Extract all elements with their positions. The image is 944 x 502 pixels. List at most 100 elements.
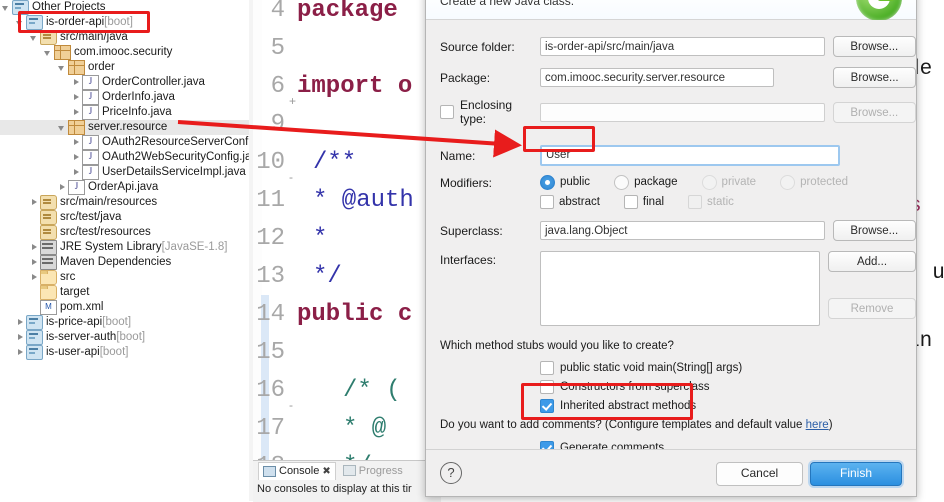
chevron-down-icon[interactable] — [58, 63, 67, 72]
line-number: 12 — [256, 225, 285, 252]
chevron-right-icon[interactable] — [16, 333, 25, 342]
configure-templates-link[interactable]: here — [806, 419, 829, 431]
tree-item-label: PriceInfo.java — [102, 106, 172, 118]
checkbox-icon[interactable] — [623, 195, 638, 209]
tree-item-orderinfo-java[interactable]: OrderInfo.java — [0, 90, 253, 105]
fold-marker-icon[interactable]: - — [289, 386, 293, 424]
cancel-button[interactable]: Cancel — [716, 462, 803, 486]
java-code-editor[interactable]: 4 package 5 6 + import o 9 10-/** 11 * @auth 12 * 13… — [253, 0, 441, 460]
tab-console[interactable]: Console ✖ — [258, 461, 336, 480]
java-file-icon — [82, 105, 99, 120]
interfaces-list[interactable] — [540, 251, 820, 326]
close-icon[interactable]: ✖ — [322, 466, 330, 477]
chevron-down-icon[interactable] — [30, 33, 39, 42]
chevron-right-icon[interactable] — [72, 153, 81, 162]
chevron-right-icon[interactable] — [30, 258, 39, 267]
tree-item-label: is-order-api — [46, 16, 105, 28]
tree-item-other-projects[interactable]: Other Projects — [0, 0, 253, 15]
tree-item-src-test-java[interactable]: src/test/java — [0, 210, 253, 225]
checkbox-icon[interactable] — [540, 360, 554, 375]
tree-item-com-imooc-security[interactable]: com.imooc.security — [0, 45, 253, 60]
tree-item-src-main-resources[interactable]: src/main/resources — [0, 195, 253, 210]
modifier-option-abstract[interactable]: abstract — [540, 195, 600, 209]
package-input[interactable]: com.imooc.security.server.resource — [540, 68, 775, 87]
chevron-right-icon[interactable] — [16, 318, 25, 327]
fold-marker-icon[interactable]: - — [289, 158, 293, 196]
tree-item-priceinfo-java[interactable]: PriceInfo.java — [0, 105, 253, 120]
tree-item-order[interactable]: order — [0, 60, 253, 75]
line-number: 5 — [270, 35, 285, 62]
new-java-class-dialog[interactable]: Create a new Java class. Source folder: … — [425, 0, 917, 497]
chevron-right-icon[interactable] — [72, 138, 81, 147]
tab-console-label: Console — [279, 465, 320, 477]
chevron-down-icon[interactable] — [44, 48, 53, 57]
console-view[interactable]: Console ✖ Progress No consoles to displa… — [253, 460, 441, 502]
radio-icon[interactable] — [614, 174, 630, 190]
modifier-option-final[interactable]: final — [623, 195, 664, 209]
checkbox-icon[interactable] — [540, 398, 554, 413]
tree-item-is-price-api[interactable]: is-price-api [boot] — [0, 315, 253, 330]
tree-item-label: OrderInfo.java — [102, 91, 175, 103]
chevron-right-icon[interactable] — [16, 348, 25, 357]
tab-progress[interactable]: Progress — [341, 464, 405, 478]
chevron-right-icon[interactable] — [58, 183, 67, 192]
checkbox-icon[interactable] — [540, 379, 554, 394]
code-text: /* ( — [343, 377, 401, 404]
tree-item-pom-xml[interactable]: pom.xml — [0, 300, 253, 315]
modifier-option-package[interactable]: package — [614, 174, 678, 190]
name-row: Name: User — [426, 145, 916, 166]
chevron-down-icon[interactable] — [58, 123, 67, 132]
tree-item-maven-dependencies[interactable]: Maven Dependencies — [0, 255, 253, 270]
tree-item-is-server-auth[interactable]: is-server-auth [boot] — [0, 330, 253, 345]
chevron-right-icon[interactable] — [72, 93, 81, 102]
checkbox-icon[interactable] — [540, 195, 554, 209]
source-folder-label: Source folder: — [440, 39, 515, 54]
tree-item-jre-system-library[interactable]: JRE System Library [JavaSE-1.8] — [0, 240, 253, 255]
modifier-option-public[interactable]: public — [540, 174, 590, 190]
source-folder-input[interactable]: is-order-api/src/main/java — [540, 37, 825, 56]
tree-item-is-user-api[interactable]: is-user-api [boot] — [0, 345, 253, 360]
chevron-down-icon[interactable] — [16, 18, 25, 27]
method-stub-row: Constructors from superclass — [426, 377, 916, 396]
tree-item-src-main-java[interactable]: src/main/java — [0, 30, 253, 45]
finish-button[interactable]: Finish — [810, 462, 902, 486]
tree-item-src-test-resources[interactable]: src/test/resources — [0, 225, 253, 240]
tree-item-label: server.resource — [88, 121, 168, 133]
superclass-input[interactable]: java.lang.Object — [540, 221, 825, 240]
tree-item-label: com.imooc.security — [74, 46, 173, 58]
chevron-right-icon[interactable] — [30, 273, 39, 282]
tree-item-suffix: [boot] — [102, 316, 132, 328]
tree-item-target[interactable]: target — [0, 285, 253, 300]
chevron-right-icon[interactable] — [72, 108, 81, 117]
tree-item-src[interactable]: src — [0, 270, 253, 285]
chevron-right-icon[interactable] — [30, 243, 39, 252]
tree-item-label: target — [60, 286, 90, 298]
radio-icon[interactable] — [540, 174, 555, 190]
class-name-input[interactable]: User — [540, 145, 840, 166]
package-browse-button[interactable]: Browse... — [833, 67, 916, 88]
enclosing-type-input[interactable] — [540, 102, 825, 122]
tree-item-server-resource[interactable]: server.resource — [0, 120, 253, 135]
library-icon — [40, 240, 57, 255]
tree-item-oauth2resourceserverconfi[interactable]: OAuth2ResourceServerConfi — [0, 135, 253, 150]
chevron-right-icon[interactable] — [72, 78, 81, 87]
interfaces-add-button[interactable]: Add... — [828, 251, 916, 272]
chevron-right-icon[interactable] — [30, 198, 39, 207]
tree-item-ordercontroller-java[interactable]: OrderController.java — [0, 75, 253, 90]
code-text: * — [313, 225, 328, 252]
superclass-browse-button[interactable]: Browse... — [832, 220, 916, 241]
tree-item-orderapi-java[interactable]: OrderApi.java — [0, 180, 253, 195]
fold-marker-icon[interactable]: + — [289, 82, 296, 120]
enclosing-type-checkbox[interactable] — [440, 105, 454, 119]
help-icon[interactable]: ? — [440, 462, 462, 484]
tree-item-oauth2websecurityconfig-ja[interactable]: OAuth2WebSecurityConfig.ja — [0, 150, 253, 165]
chevron-right-icon[interactable] — [72, 168, 81, 177]
tree-item-is-order-api[interactable]: is-order-api [boot] — [0, 15, 253, 30]
chevron-down-icon[interactable] — [2, 3, 11, 12]
source-folder-browse-button[interactable]: Browse... — [832, 36, 916, 57]
tree-item-userdetailsserviceimpl-java[interactable]: UserDetailsServiceImpl.java — [0, 165, 253, 180]
package-label: Package: — [440, 70, 491, 85]
java-class-wizard-icon — [856, 0, 902, 21]
package-explorer-tree[interactable]: Other Projects is-order-api [boot] src/mai… — [0, 0, 254, 501]
